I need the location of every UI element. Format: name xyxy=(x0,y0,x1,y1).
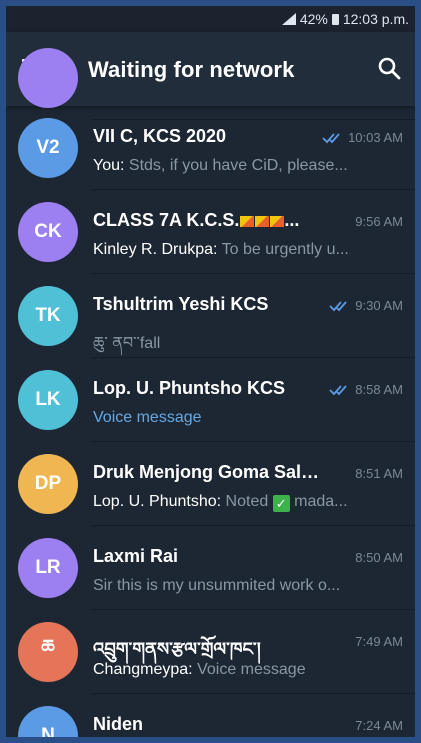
status-bar: 42% 12:03 p.m. xyxy=(6,6,415,32)
avatar: ཆ xyxy=(18,622,78,682)
status-indicators: 42% 12:03 p.m. xyxy=(281,11,409,27)
chat-preview: You: Stds, if you have CiD, please... xyxy=(93,157,381,175)
chat-time: 7:49 AM xyxy=(355,634,403,649)
bhutan-flag-icon xyxy=(270,215,285,227)
double-check-icon xyxy=(322,132,340,143)
chat-row[interactable]: LK Lop. U. Phuntsho KCS 8:58 AM Voice me… xyxy=(6,358,415,442)
chat-name: Druk Menjong Goma Sala... xyxy=(93,462,325,482)
bhutan-flag-icon xyxy=(255,215,270,227)
avatar xyxy=(18,48,78,108)
chat-row[interactable]: V2 VII C, KCS 2020 10:03 AM You: Stds, i… xyxy=(6,106,415,190)
chat-time-container: 8:51 AM xyxy=(355,466,403,481)
battery-icon xyxy=(331,13,339,25)
chat-name: Lop. U. Phuntsho KCS xyxy=(93,378,285,398)
bhutan-flag-icon xyxy=(240,215,255,227)
signal-icon xyxy=(281,13,296,25)
preview-sender: You: xyxy=(93,157,125,174)
chat-time: 9:30 AM xyxy=(355,298,403,313)
preview-text: Voice message xyxy=(197,661,306,678)
chat-time-container: 8:50 AM xyxy=(355,550,403,565)
double-check-icon xyxy=(329,384,347,395)
chat-row[interactable]: ཆ འབྲུག་གནས་རྩལ་གྲོལ་ཁང་། 7:49 AM Changm… xyxy=(6,610,415,694)
chat-name: Laxmi Rai xyxy=(93,546,179,566)
clock: 12:03 p.m. xyxy=(342,11,409,27)
avatar: TK xyxy=(18,286,78,346)
preview-text: Noted xyxy=(225,493,269,510)
avatar: N xyxy=(18,706,78,737)
battery-percent: 42% xyxy=(299,11,328,27)
preview-text: Stds, if you have CiD, please... xyxy=(128,157,348,174)
chat-name-text: CLASS 7A K.C.S. xyxy=(93,210,240,230)
chat-name: CLASS 7A K.C.S.... xyxy=(93,210,300,230)
chat-time: 9:56 AM xyxy=(355,214,403,229)
chat-row[interactable]: TK Tshultrim Yeshi KCS 9:30 AM ཆུ་ ནབ་་f… xyxy=(6,274,415,358)
chat-time: 8:50 AM xyxy=(355,550,403,565)
avatar: V2 xyxy=(18,118,78,178)
avatar: CK xyxy=(18,202,78,262)
chat-time: 10:03 AM xyxy=(348,130,403,145)
chat-preview: Voice message xyxy=(93,409,381,427)
avatar: LK xyxy=(18,370,78,430)
chat-row[interactable]: DP Druk Menjong Goma Sala... 8:51 AM Lop… xyxy=(6,442,415,526)
chat-row[interactable]: LR Laxmi Rai 8:50 AM Sir this is my unsu… xyxy=(6,526,415,610)
chat-row[interactable]: N Niden 7:24 AM xyxy=(6,694,415,737)
avatar: LR xyxy=(18,538,78,598)
preview-text: Voice message xyxy=(93,409,202,426)
check-mark-icon: ✓ xyxy=(272,495,290,512)
chat-time: 8:51 AM xyxy=(355,466,403,481)
preview-text-after: mada... xyxy=(294,493,348,510)
chat-time-container: 9:56 AM xyxy=(355,214,403,229)
preview-text: Sir this is my unsummited work o... xyxy=(93,577,341,594)
chat-name: Niden xyxy=(93,714,144,734)
chat-time-container: 9:30 AM xyxy=(329,298,403,313)
chat-preview: Lop. U. Phuntsho: Noted ✓ mada... xyxy=(93,493,381,512)
double-check-icon xyxy=(329,300,347,311)
phone-screen: 42% 12:03 p.m. Waiting for network V2 VI… xyxy=(6,6,415,737)
chat-preview: Sir this is my unsummited work o... xyxy=(93,577,381,595)
chat-name: VII C, KCS 2020 xyxy=(93,126,227,146)
preview-text: ཆུ་ ནབ་་fall xyxy=(93,335,161,352)
chat-preview: Kinley R. Drukpa: To be urgently u... xyxy=(93,241,381,259)
chat-time-container: 8:58 AM xyxy=(329,382,403,397)
preview-text: To be urgently u... xyxy=(221,241,349,258)
chat-time: 7:24 AM xyxy=(355,718,403,733)
preview-sender: Kinley R. Drukpa: xyxy=(93,241,218,258)
preview-sender: Changmeypa: xyxy=(93,661,193,678)
preview-sender: Lop. U. Phuntsho: xyxy=(93,493,222,510)
avatar: DP xyxy=(18,454,78,514)
chat-row[interactable]: CK CLASS 7A K.C.S.... 9:56 AM Kinley R. … xyxy=(6,190,415,274)
chat-time-container: 7:49 AM xyxy=(355,634,403,649)
chat-time-container: 10:03 AM xyxy=(322,130,403,145)
chat-time-container: 7:24 AM xyxy=(355,718,403,733)
chat-time: 8:58 AM xyxy=(355,382,403,397)
chat-preview: Changmeypa: Voice message xyxy=(93,661,381,679)
chat-name: Tshultrim Yeshi KCS xyxy=(93,294,269,314)
